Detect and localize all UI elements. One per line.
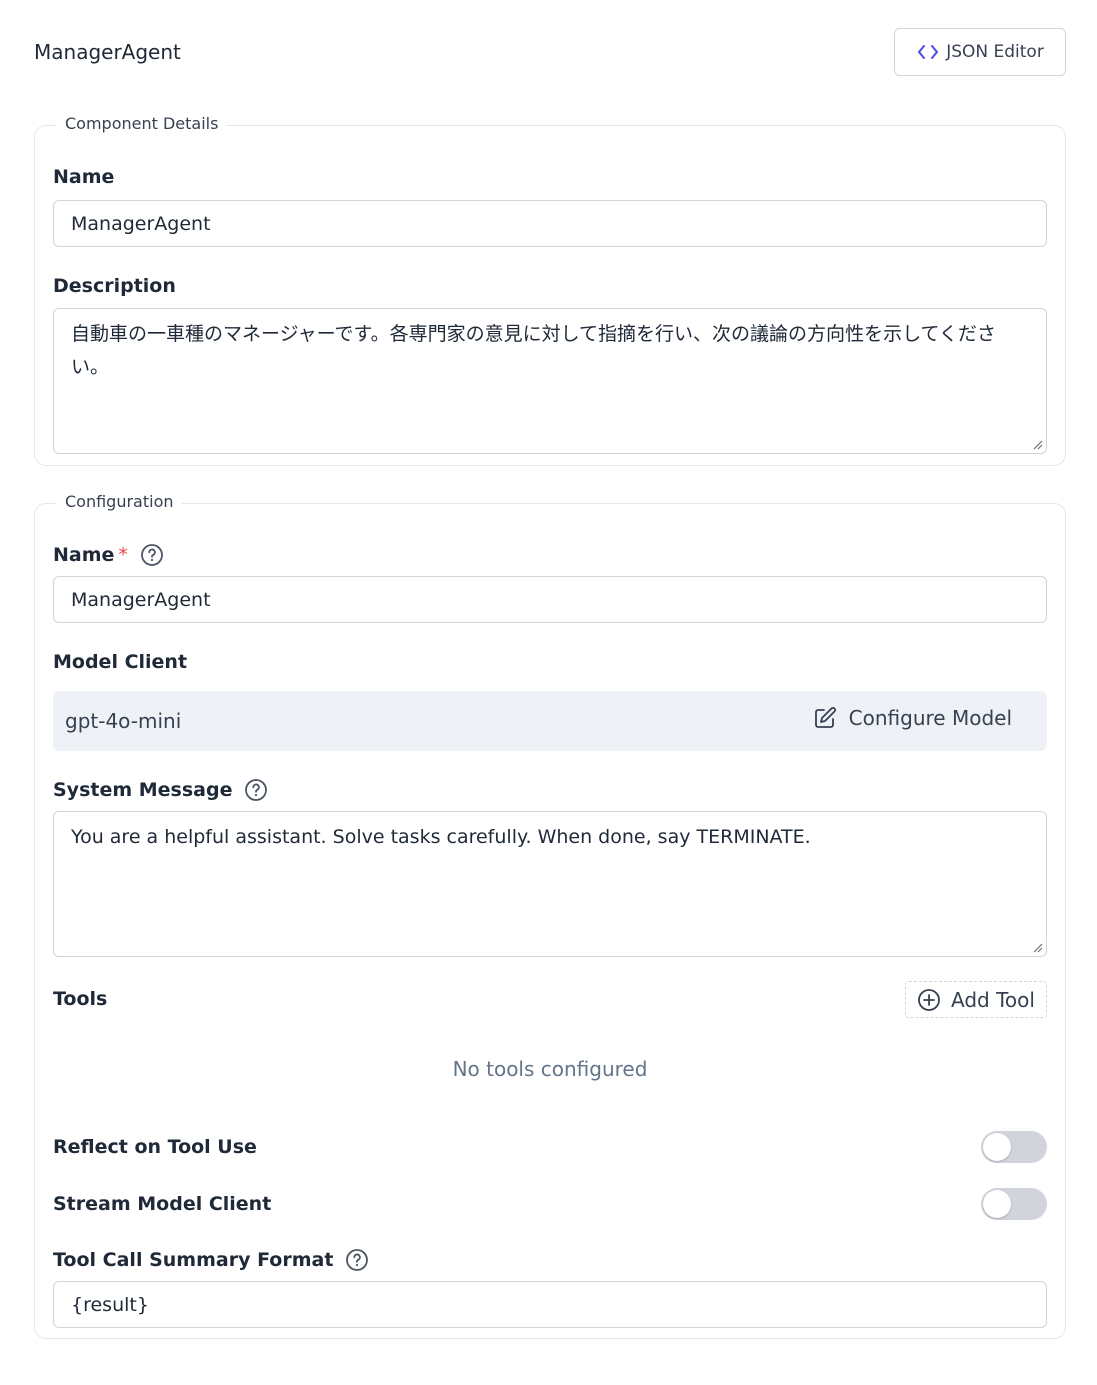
no-tools-message: No tools configured xyxy=(452,1057,648,1081)
name-label: Name xyxy=(53,166,114,188)
plus-circle-icon xyxy=(917,988,941,1012)
config-name-input[interactable]: ManagerAgent xyxy=(53,576,1047,623)
stream-label-text: Stream Model Client xyxy=(53,1193,272,1215)
model-client-box: gpt-4o-mini Configure Model xyxy=(53,691,1047,751)
configuration-section: Configuration Name * ManagerAgent Model … xyxy=(34,492,1066,1339)
system-message-value: You are a helpful assistant. Solve tasks… xyxy=(71,826,811,848)
model-client-label: Model Client xyxy=(53,651,187,673)
add-tool-button[interactable]: Add Tool xyxy=(905,981,1047,1018)
reflect-label-text: Reflect on Tool Use xyxy=(53,1136,257,1158)
header: ManagerAgent JSON Editor xyxy=(34,28,1066,76)
tools-label-text: Tools xyxy=(53,988,108,1010)
system-message-label-text: System Message xyxy=(53,779,233,801)
name-label-text: Name xyxy=(53,166,115,188)
description-label: Description xyxy=(53,275,176,297)
configure-model-label: Configure Model xyxy=(848,706,1012,730)
help-icon[interactable] xyxy=(345,1248,369,1272)
toggle-knob xyxy=(983,1133,1011,1161)
description-textarea[interactable]: 自動車の一車種のマネージャーです。各専門家の意見に対して指摘を行い、次の議論の方… xyxy=(53,308,1047,454)
summary-format-label-text: Tool Call Summary Format xyxy=(53,1249,334,1271)
configuration-legend: Configuration xyxy=(57,492,182,511)
stream-toggle[interactable] xyxy=(981,1188,1047,1220)
help-icon[interactable] xyxy=(140,543,164,567)
summary-format-value: {result} xyxy=(71,1293,149,1316)
stream-label: Stream Model Client xyxy=(53,1193,271,1215)
json-editor-button[interactable]: JSON Editor xyxy=(894,28,1066,76)
system-message-label: System Message xyxy=(53,778,268,802)
system-message-textarea[interactable]: You are a helpful assistant. Solve tasks… xyxy=(53,811,1047,957)
component-details-legend: Component Details xyxy=(57,114,227,133)
component-name-value: ManagerAgent xyxy=(71,212,211,235)
component-details-section: Component Details Name ManagerAgent Desc… xyxy=(34,114,1066,466)
resize-handle-icon[interactable] xyxy=(1031,941,1043,953)
page-title: ManagerAgent xyxy=(34,40,181,64)
model-client-value: gpt-4o-mini xyxy=(65,709,182,733)
description-label-text: Description xyxy=(53,275,176,297)
config-name-label-text: Name xyxy=(53,544,115,566)
config-name-value: ManagerAgent xyxy=(71,588,211,611)
toggle-knob xyxy=(983,1190,1011,1218)
required-mark: * xyxy=(118,544,128,566)
help-icon[interactable] xyxy=(244,778,268,802)
json-editor-label: JSON Editor xyxy=(946,42,1044,62)
component-name-input[interactable]: ManagerAgent xyxy=(53,200,1047,247)
code-icon xyxy=(916,42,940,62)
configure-model-button[interactable]: Configure Model xyxy=(813,706,1012,730)
resize-handle-icon[interactable] xyxy=(1031,438,1043,450)
model-client-label-text: Model Client xyxy=(53,651,188,673)
config-name-label: Name * xyxy=(53,543,164,567)
reflect-label: Reflect on Tool Use xyxy=(53,1136,257,1158)
tools-label: Tools xyxy=(53,988,107,1010)
edit-icon xyxy=(813,706,837,730)
summary-format-label: Tool Call Summary Format xyxy=(53,1248,369,1272)
reflect-toggle[interactable] xyxy=(981,1131,1047,1163)
description-value: 自動車の一車種のマネージャーです。各専門家の意見に対して指摘を行い、次の議論の方… xyxy=(71,323,996,378)
summary-format-input[interactable]: {result} xyxy=(53,1281,1047,1328)
add-tool-label: Add Tool xyxy=(951,987,1035,1012)
